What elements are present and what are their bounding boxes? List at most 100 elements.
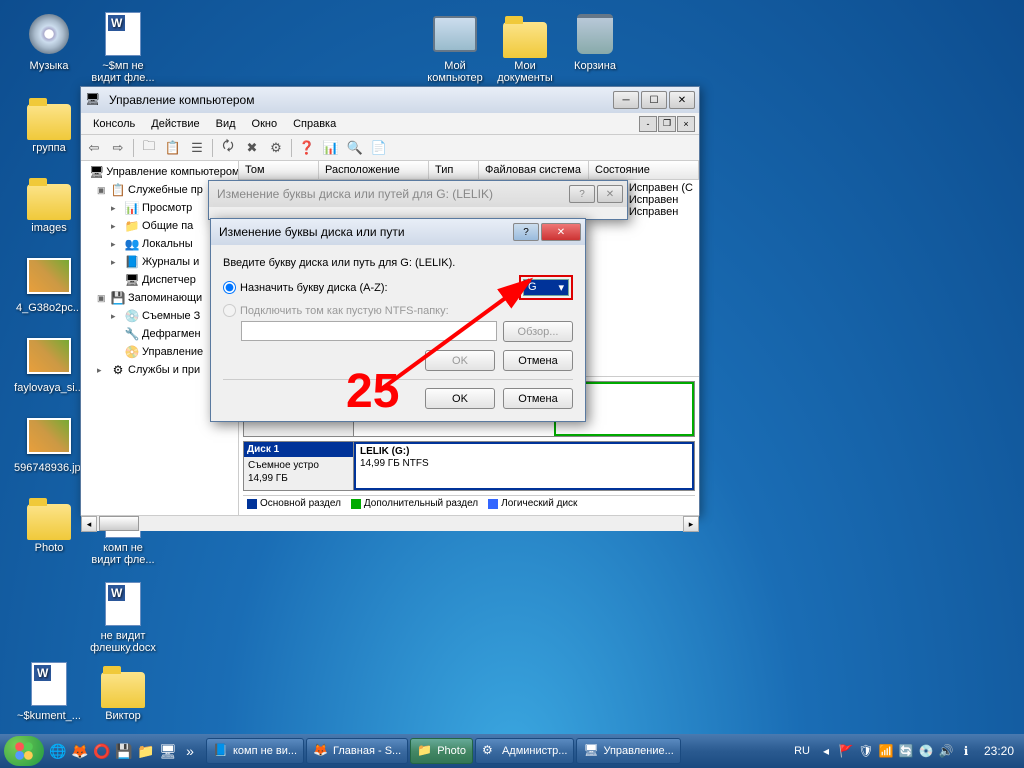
tray-network-icon[interactable]: 📶 [878,743,894,759]
list-icon[interactable]: 📊 [322,139,340,157]
expand-icon[interactable]: ▣ [97,185,108,196]
tree-root[interactable]: 🖥Управление компьютером (лок [83,163,236,181]
icon-label: images [14,222,84,234]
expand-icon[interactable]: ▸ [111,203,122,214]
expand-icon[interactable]: ▸ [111,239,122,250]
col-fs[interactable]: Файловая система [479,161,589,179]
close-button[interactable]: ✕ [669,91,695,109]
desktop-icon[interactable]: Мои документы [490,10,560,84]
letter-dropdown-highlight: G▾ [519,275,573,300]
mdi-restore[interactable]: ❐ [658,116,676,132]
scroll-left-icon[interactable]: ◂ [81,516,97,532]
help-icon[interactable]: ❓ [298,139,316,157]
desktop-icon[interactable]: images [14,172,84,234]
dlg1-help-button[interactable]: ? [569,185,595,203]
col-status[interactable]: Состояние [589,161,699,179]
node-label: Службы и при [128,364,200,376]
settings-icon[interactable]: ⚙ [267,139,285,157]
language-indicator[interactable]: RU [790,745,814,757]
mdi-close[interactable]: × [677,116,695,132]
taskbar-button[interactable]: 📘комп не ви... [206,738,304,764]
mdi-minimize[interactable]: - [639,116,657,132]
desktop-icon[interactable]: ~$kument_... [14,660,84,722]
menu-console[interactable]: Консоль [85,116,143,132]
menu-help[interactable]: Справка [285,116,344,132]
desktop-icon[interactable]: Мой компьютер [420,10,490,84]
ql-opera-icon[interactable]: ⭕ [92,739,112,763]
up-icon[interactable]: 🗀 [140,139,158,157]
minimize-button[interactable]: ─ [613,91,639,109]
scroll-right-icon[interactable]: ▸ [683,516,699,532]
expand-icon[interactable]: ▸ [97,365,108,376]
dlg1-close-button[interactable]: ✕ [597,185,623,203]
inner-cancel-button[interactable]: Отмена [503,350,573,371]
tray-flag-icon[interactable]: 🚩 [838,743,854,759]
tray-shield-icon[interactable]: 🛡 [858,743,874,759]
dlg2-titlebar[interactable]: Изменение буквы диска или пути ? ✕ [211,219,585,245]
ql-expand-icon[interactable]: » [180,739,200,763]
tray-usb-icon[interactable]: 💿 [918,743,934,759]
col-layout[interactable]: Расположение [319,161,429,179]
export-icon[interactable]: ✖ [243,139,261,157]
search-icon[interactable]: 🔍 [346,139,364,157]
assign-letter-radio[interactable] [223,281,236,294]
desktop-icon[interactable]: Photo [14,492,84,554]
back-icon[interactable]: ⇦ [85,139,103,157]
clock[interactable]: 23:20 [978,744,1020,758]
taskbar-button[interactable]: 🦊Главная - S... [306,738,408,764]
disk1-volume[interactable]: LELIK (G:) 14,99 ГБ NTFS [354,442,694,490]
tool-icon[interactable]: 📄 [370,139,388,157]
ql-firefox-icon[interactable]: 🦊 [70,739,90,763]
desktop-icon[interactable]: Музыка [14,10,84,72]
taskbar-button[interactable]: ⚙Администр... [475,738,575,764]
properties-icon[interactable]: 📋 [164,139,182,157]
ok-button[interactable]: OK [425,388,495,409]
ql-chrome-icon[interactable]: 🌐 [48,739,68,763]
desktop-icon[interactable]: Виктор [88,660,158,722]
task-label: Главная - S... [333,745,401,757]
dlg2-prompt: Введите букву диска или путь для G: (LEL… [223,257,573,269]
expand-icon[interactable]: ▸ [111,311,122,322]
desktop-icon[interactable]: 596748936.jpg [14,412,84,474]
scroll-thumb[interactable] [99,516,139,531]
menu-view[interactable]: Вид [208,116,244,132]
mgmt-titlebar[interactable]: 🖥 Управление компьютером ─ ☐ ✕ [81,87,699,113]
taskbar-button[interactable]: 📁Photo [410,738,473,764]
cancel-button[interactable]: Отмена [503,388,573,409]
desktop-icon[interactable]: группа [14,92,84,154]
maximize-button[interactable]: ☐ [641,91,667,109]
hscroll[interactable]: ◂ ▸ [81,515,699,531]
col-type[interactable]: Тип [429,161,479,179]
ql-desktop-icon[interactable]: 🖥 [158,739,178,763]
drive-letter-dropdown[interactable]: G▾ [523,279,569,296]
menu-action[interactable]: Действие [143,116,207,132]
ql-explorer-icon[interactable]: 📁 [136,739,156,763]
ql-save-icon[interactable]: 💾 [114,739,134,763]
comp-icon [433,16,477,52]
node-label: Просмотр [142,202,192,214]
forward-icon[interactable]: ⇨ [109,139,127,157]
start-button[interactable] [4,736,44,766]
menu-window[interactable]: Окно [244,116,286,132]
disk1-row[interactable]: Диск 1 Съемное устро 14,99 ГБ LELIK (G:)… [243,441,695,491]
tray-expand-icon[interactable]: ◂ [818,743,834,759]
dlg2-help-button[interactable]: ? [513,223,539,241]
desktop-icon[interactable]: 4_G38o2pc... [14,252,84,314]
expand-icon[interactable]: ▸ [111,221,122,232]
desktop-icon[interactable]: faylovaya_si... [14,332,84,394]
tray-update-icon[interactable]: 🔄 [898,743,914,759]
desktop-icon[interactable]: не видит флешку.docx [88,580,158,654]
tray-info-icon[interactable]: ℹ [958,743,974,759]
icon-label: не видит флешку.docx [88,630,158,654]
refresh-icon[interactable]: 🗘 [219,139,237,157]
dlg2-close-button[interactable]: ✕ [541,223,581,241]
tray-volume-icon[interactable]: 🔊 [938,743,954,759]
col-volume[interactable]: Том [239,161,319,179]
desktop-icon[interactable]: Корзина [560,10,630,72]
desktop-icon[interactable]: ~$мп не видит фле... [88,10,158,84]
taskbar-button[interactable]: 🖥Управление... [576,738,680,764]
expand-icon[interactable]: ▸ [111,257,122,268]
node-icon: 📀 [124,344,140,360]
expand-icon[interactable]: ▣ [97,293,108,304]
views-icon[interactable]: ☰ [188,139,206,157]
